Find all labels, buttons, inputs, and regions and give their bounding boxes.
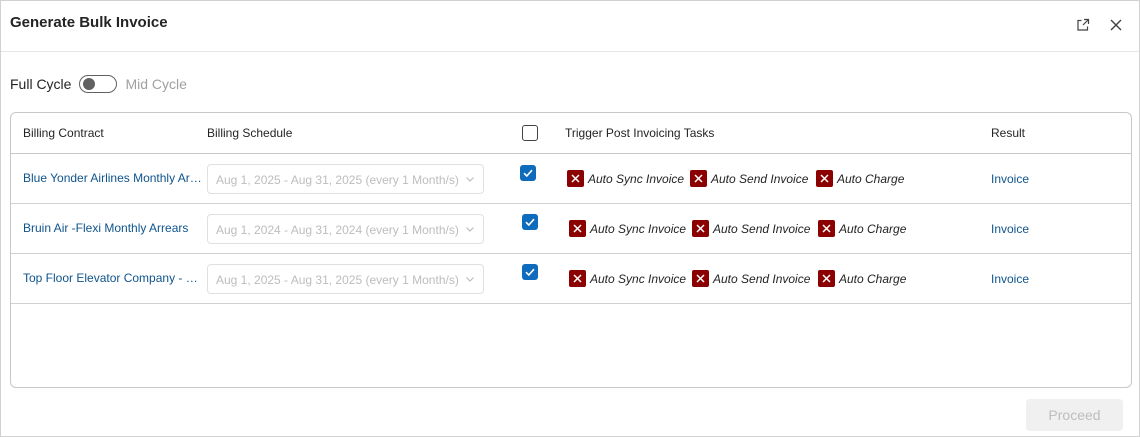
- task-label: Auto Charge: [837, 171, 905, 186]
- invoice-grid: Billing Contract Billing Schedule Trigge…: [10, 112, 1132, 388]
- invoice-link[interactable]: Invoice: [991, 222, 1029, 236]
- contract-link[interactable]: Top Floor Elevator Company - 3 Monthly: [23, 271, 203, 285]
- row-checkbox[interactable]: [522, 214, 538, 230]
- x-icon: [818, 270, 835, 287]
- contract-link[interactable]: Bruin Air -Flexi Monthly Arrears: [23, 221, 203, 235]
- dialog-header: Generate Bulk Invoice: [1, 1, 1139, 52]
- task-label: Auto Send Invoice: [711, 171, 809, 186]
- task-auto-charge: Auto Charge: [816, 170, 904, 187]
- x-icon: [569, 270, 586, 287]
- x-icon: [818, 220, 835, 237]
- expand-icon[interactable]: [1075, 17, 1093, 35]
- invoice-link[interactable]: Invoice: [991, 172, 1029, 186]
- schedule-value: Aug 1, 2025 - Aug 31, 2025 (every 1 Mont…: [216, 173, 459, 187]
- mid-cycle-label: Mid Cycle: [125, 76, 187, 92]
- toggle-knob: [83, 78, 96, 90]
- task-auto-send: Auto Send Invoice: [690, 170, 808, 187]
- x-icon: [690, 170, 707, 187]
- dialog-title: Generate Bulk Invoice: [10, 14, 168, 31]
- x-icon: [569, 220, 586, 237]
- task-auto-sync: Auto Sync Invoice: [569, 270, 686, 287]
- x-icon: [692, 220, 709, 237]
- schedule-dropdown[interactable]: Aug 1, 2025 - Aug 31, 2025 (every 1 Mont…: [207, 264, 484, 294]
- col-header-schedule[interactable]: Billing Schedule: [207, 126, 292, 140]
- schedule-dropdown[interactable]: Aug 1, 2024 - Aug 31, 2024 (every 1 Mont…: [207, 214, 484, 244]
- schedule-value: Aug 1, 2024 - Aug 31, 2024 (every 1 Mont…: [216, 223, 459, 237]
- invoice-link[interactable]: Invoice: [991, 272, 1029, 286]
- proceed-button[interactable]: Proceed: [1026, 399, 1123, 431]
- task-auto-send: Auto Send Invoice: [692, 270, 810, 287]
- col-header-result[interactable]: Result: [991, 126, 1025, 140]
- x-icon: [692, 270, 709, 287]
- task-auto-charge: Auto Charge: [818, 270, 906, 287]
- cycle-toggle-switch[interactable]: [79, 75, 118, 93]
- task-label: Auto Charge: [839, 221, 907, 236]
- row-checkbox[interactable]: [520, 165, 536, 181]
- chevron-down-icon: [466, 177, 474, 182]
- x-icon: [816, 170, 833, 187]
- schedule-dropdown[interactable]: Aug 1, 2025 - Aug 31, 2025 (every 1 Mont…: [207, 164, 484, 194]
- col-header-tasks[interactable]: Trigger Post Invoicing Tasks: [565, 126, 714, 140]
- grid-header: Billing Contract Billing Schedule Trigge…: [11, 113, 1131, 154]
- x-icon: [567, 170, 584, 187]
- task-label: Auto Sync Invoice: [590, 271, 687, 286]
- table-row: Blue Yonder Airlines Monthly Arrears Aug…: [11, 154, 1131, 204]
- select-all-checkbox[interactable]: [522, 125, 538, 141]
- row-checkbox[interactable]: [522, 264, 538, 280]
- task-label: Auto Charge: [839, 271, 907, 286]
- col-header-contract[interactable]: Billing Contract: [23, 126, 104, 140]
- close-icon[interactable]: [1108, 17, 1126, 35]
- chevron-down-icon: [466, 227, 474, 232]
- task-label: Auto Sync Invoice: [588, 171, 685, 186]
- task-auto-charge: Auto Charge: [818, 220, 906, 237]
- task-label: Auto Send Invoice: [713, 221, 811, 236]
- task-auto-sync: Auto Sync Invoice: [569, 220, 686, 237]
- task-auto-sync: Auto Sync Invoice: [567, 170, 684, 187]
- schedule-value: Aug 1, 2025 - Aug 31, 2025 (every 1 Mont…: [216, 273, 459, 287]
- full-cycle-label: Full Cycle: [10, 76, 72, 92]
- table-row: Bruin Air -Flexi Monthly Arrears Aug 1, …: [11, 204, 1131, 254]
- contract-link[interactable]: Blue Yonder Airlines Monthly Arrears: [23, 171, 203, 185]
- table-row: Top Floor Elevator Company - 3 Monthly A…: [11, 254, 1131, 304]
- cycle-toggle-row: Full Cycle Mid Cycle: [10, 74, 187, 94]
- task-label: Auto Send Invoice: [713, 271, 811, 286]
- chevron-down-icon: [466, 277, 474, 282]
- bulk-invoice-dialog: Generate Bulk Invoice Full Cycle Mid Cyc…: [0, 0, 1140, 437]
- task-label: Auto Sync Invoice: [590, 221, 687, 236]
- task-auto-send: Auto Send Invoice: [692, 220, 810, 237]
